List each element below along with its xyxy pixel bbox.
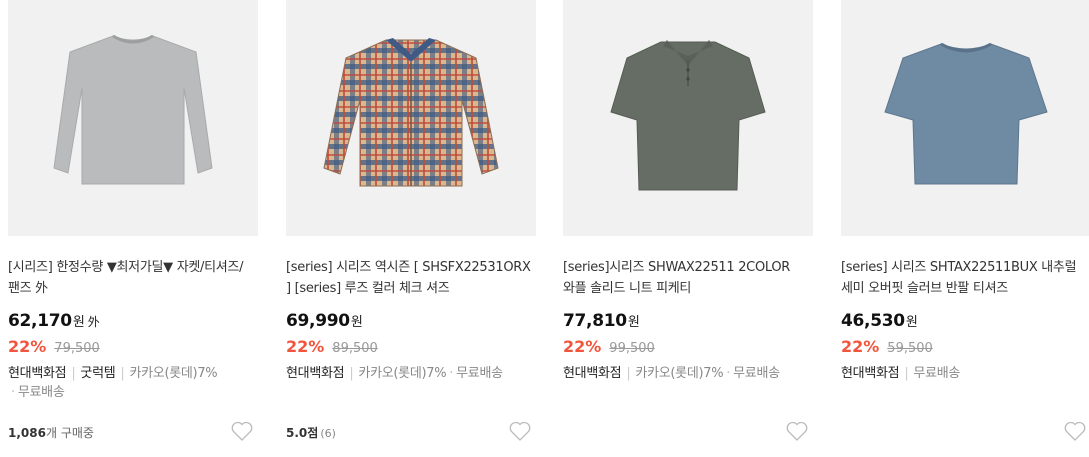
divider: | xyxy=(71,366,76,381)
sale-price: 46,530 xyxy=(841,311,905,331)
seller-name: 현대백화점 xyxy=(286,366,345,381)
original-price: 79,500 xyxy=(54,341,100,356)
currency-label: 원 xyxy=(72,315,85,330)
original-price: 59,500 xyxy=(887,341,933,356)
product-title[interactable]: [series] 시리즈 SHTAX22511BUX 내추럴 세미 오버핏 슬러… xyxy=(841,257,1089,299)
price-row: 77,810 원 xyxy=(563,311,640,331)
seller-name: 현대백화점 xyxy=(8,366,67,381)
seller-name: 현대백화점 xyxy=(841,366,900,381)
sweater-icon xyxy=(53,34,213,185)
shipping-info: 무료배송 xyxy=(913,366,961,381)
discount-row: 22% 99,500 xyxy=(563,337,655,356)
card-benefit: 카카오(롯데)7% xyxy=(635,366,724,381)
product-card[interactable]: [series] 시리즈 역시즌 [ SHSFX22531ORX ] [seri… xyxy=(286,0,536,457)
product-image[interactable] xyxy=(841,0,1089,236)
original-price: 89,500 xyxy=(332,341,378,356)
discount-rate: 22% xyxy=(563,337,602,356)
product-image[interactable] xyxy=(563,0,813,236)
sale-price: 69,990 xyxy=(286,311,350,331)
shipping-info: 무료배송 xyxy=(733,366,780,381)
discount-row: 22% 79,500 xyxy=(8,337,100,356)
heart-icon[interactable] xyxy=(785,420,809,442)
currency-label: 원 xyxy=(905,315,918,330)
sale-price: 77,810 xyxy=(563,311,627,331)
price-row: 62,170 원 外 xyxy=(8,311,100,331)
tshirt-icon xyxy=(884,42,1048,185)
polo-shirt-icon xyxy=(610,40,766,191)
product-title[interactable]: [시리즈] 한정수량 ▼최저가딜▼ 자켓/티셔즈/팬즈 外 xyxy=(8,257,258,299)
divider: | xyxy=(904,366,909,381)
plaid-shirt-icon xyxy=(323,38,499,187)
heart-icon[interactable] xyxy=(508,420,532,442)
product-meta: 현대백화점 | 굿럭템 | 카카오(롯데)7% · 무료배송 xyxy=(8,364,258,402)
shipping-info: 무료배송 xyxy=(17,385,65,400)
dot-separator: · xyxy=(726,366,731,381)
product-image[interactable] xyxy=(8,0,258,236)
product-card[interactable]: [series]시리즈 SHWAX22511 2COLOR 와플 솔리드 니트 … xyxy=(563,0,813,457)
divider: | xyxy=(349,366,354,381)
rating: 5.0점 (6) xyxy=(286,424,336,441)
seller-name: 현대백화점 xyxy=(563,366,622,381)
product-card[interactable]: [series] 시리즈 SHTAX22511BUX 내추럴 세미 오버핏 슬러… xyxy=(841,0,1089,457)
price-row: 46,530 원 xyxy=(841,311,918,331)
product-meta: 현대백화점 | 무료배송 xyxy=(841,364,1089,383)
discount-rate: 22% xyxy=(841,337,880,356)
heart-icon[interactable] xyxy=(1063,420,1087,442)
card-benefit: 카카오(롯데)7% xyxy=(129,366,218,381)
product-title[interactable]: [series]시리즈 SHWAX22511 2COLOR 와플 솔리드 니트 … xyxy=(563,257,813,299)
dot-separator: · xyxy=(449,366,454,381)
product-meta: 현대백화점 | 카카오(롯데)7% · 무료배송 xyxy=(286,364,536,383)
dot-separator: · xyxy=(11,385,15,400)
card-benefit: 카카오(롯데)7% xyxy=(358,366,447,381)
shipping-info: 무료배송 xyxy=(456,366,503,381)
divider: | xyxy=(626,366,631,381)
heart-icon[interactable] xyxy=(230,420,254,442)
currency-label: 원 xyxy=(350,315,363,330)
discount-rate: 22% xyxy=(8,337,47,356)
product-image[interactable] xyxy=(286,0,536,236)
sold-count: 1,086 xyxy=(8,426,46,440)
currency-label: 원 xyxy=(627,315,640,330)
original-price: 99,500 xyxy=(609,341,655,356)
product-card[interactable]: [시리즈] 한정수량 ▼최저가딜▼ 자켓/티셔즈/팬즈 外 62,170 원 外… xyxy=(8,0,258,457)
product-title[interactable]: [series] 시리즈 역시즌 [ SHSFX22531ORX ] [seri… xyxy=(286,257,536,299)
extra-tag: 굿럭템 xyxy=(80,366,116,381)
price-suffix: 外 xyxy=(87,315,100,329)
review-count: (6) xyxy=(320,427,336,440)
discount-row: 22% 89,500 xyxy=(286,337,378,356)
sale-price: 62,170 xyxy=(8,311,72,331)
price-row: 69,990 원 xyxy=(286,311,363,331)
sold-suffix: 개 구매중 xyxy=(45,426,94,440)
discount-rate: 22% xyxy=(286,337,325,356)
product-meta: 현대백화점 | 카카오(롯데)7% · 무료배송 xyxy=(563,364,813,383)
rating-score: 5.0점 xyxy=(286,426,319,440)
divider: | xyxy=(120,366,125,381)
purchase-count: 1,086개 구매중 xyxy=(8,424,94,441)
discount-row: 22% 59,500 xyxy=(841,337,933,356)
